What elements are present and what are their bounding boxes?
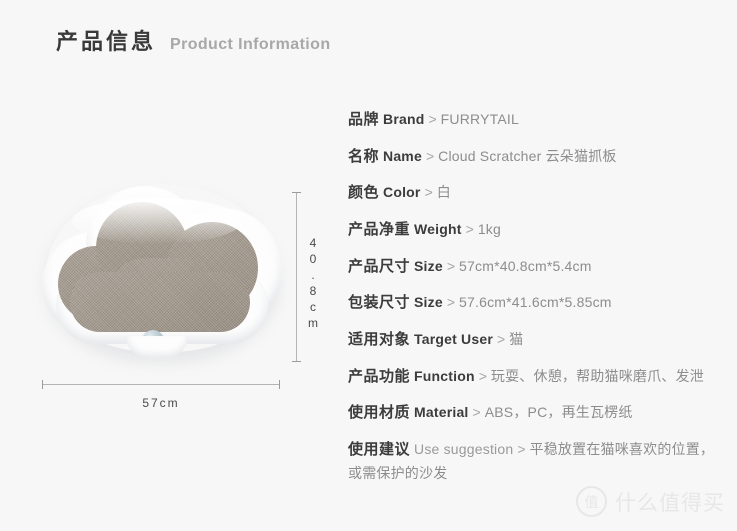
spec-label-cn: 使用建议 xyxy=(348,441,411,459)
product-image-cloud-scratcher xyxy=(42,178,282,363)
spec-label-en: Brand xyxy=(383,111,425,127)
spec-separator: > xyxy=(496,331,506,348)
spec-label-en: Color xyxy=(383,184,421,201)
spec-separator: > xyxy=(472,404,481,421)
spec-separator: > xyxy=(446,294,456,311)
page-header: 产品信息 Product Information xyxy=(56,24,331,56)
spec-row: 包装尺寸 Size >57.6cm*41.6cm*5.85cm xyxy=(348,291,728,315)
spec-separator: > xyxy=(517,441,526,458)
spec-label-cn: 产品功能 xyxy=(348,367,411,385)
spec-label-cn: 名称 xyxy=(348,147,380,165)
spec-row: 使用建议 Use suggestion > 平稳放置在猫咪喜欢的位置，或需保护的沙发 xyxy=(348,438,728,485)
spec-row: 适用对象 Target User > 猫 xyxy=(348,328,728,352)
spec-row: 产品净重 Weight >1kg xyxy=(348,218,728,242)
spec-label-cn: 颜色 xyxy=(348,184,380,202)
watermark-badge-icon: 值 xyxy=(576,486,607,517)
spec-value: 57.6cm*41.6cm*5.85cm xyxy=(459,294,612,311)
spec-label-en: Use suggestion xyxy=(414,441,514,458)
spec-row: 名称 Name > Cloud Scratcher 云朵猫抓板 xyxy=(348,145,728,169)
dimension-label-height: 40.8cm xyxy=(306,236,320,332)
spec-separator: > xyxy=(446,257,456,274)
spec-row: 颜色 Color > 白 xyxy=(348,181,728,205)
spec-label-en: Target User xyxy=(414,331,493,348)
spec-separator: > xyxy=(425,147,435,164)
product-figure: 40.8cm 57cm xyxy=(0,150,340,440)
spec-label-cn: 适用对象 xyxy=(348,331,411,349)
dimension-label-width: 57cm xyxy=(142,396,180,410)
spec-row: 产品尺寸 Size >57cm*40.8cm*5.4cm xyxy=(348,255,728,279)
spec-row: 产品功能 Function > 玩耍、休憩，帮助猫咪磨爪、发泄 xyxy=(348,365,728,389)
spec-label-en: Material xyxy=(414,404,469,421)
spec-row: 品牌 Brand > FURRYTAIL xyxy=(348,108,728,132)
spec-label-en: Size xyxy=(414,294,443,311)
watermark-text: 什么值得买 xyxy=(615,491,725,515)
spec-value: 白 xyxy=(436,184,451,201)
spec-separator: > xyxy=(424,184,433,201)
spec-label-en: Name xyxy=(383,147,422,164)
spec-separator: > xyxy=(478,367,487,384)
site-watermark: 值 什么值得买 xyxy=(576,486,725,517)
spec-value: 57cm*40.8cm*5.4cm xyxy=(459,257,592,274)
spec-label-cn: 产品尺寸 xyxy=(348,257,411,275)
specification-list: 品牌 Brand > FURRYTAIL 名称 Name > Cloud Scratcher … xyxy=(348,108,728,485)
spec-value: ABS，PC，再生瓦楞纸 xyxy=(484,404,633,421)
spec-value: 1kg xyxy=(477,221,501,238)
spec-label-cn: 品牌 xyxy=(348,111,380,128)
spec-label-en: Size xyxy=(414,257,443,274)
spec-label-en: Weight xyxy=(414,221,462,238)
page-title-en: Product Information xyxy=(170,36,331,53)
spec-label-cn: 产品净重 xyxy=(348,221,411,239)
spec-label-cn: 包装尺寸 xyxy=(348,294,411,312)
spec-value: 玩耍、休憩，帮助猫咪磨爪、发泄 xyxy=(490,367,704,384)
spec-value: 猫 xyxy=(509,331,524,348)
spec-value: FURRYTAIL xyxy=(440,111,519,127)
spec-label-en: Function xyxy=(414,367,475,384)
page-title-cn: 产品信息 xyxy=(56,29,157,54)
spec-value: Cloud Scratcher 云朵猫抓板 xyxy=(438,147,617,164)
spec-separator: > xyxy=(465,221,474,238)
dimension-line-horizontal xyxy=(42,380,280,389)
spec-separator: > xyxy=(428,111,437,127)
dimension-line-vertical xyxy=(292,192,301,362)
spec-row: 使用材质 Material > ABS，PC，再生瓦楞纸 xyxy=(348,401,728,425)
spec-label-cn: 使用材质 xyxy=(348,404,411,422)
